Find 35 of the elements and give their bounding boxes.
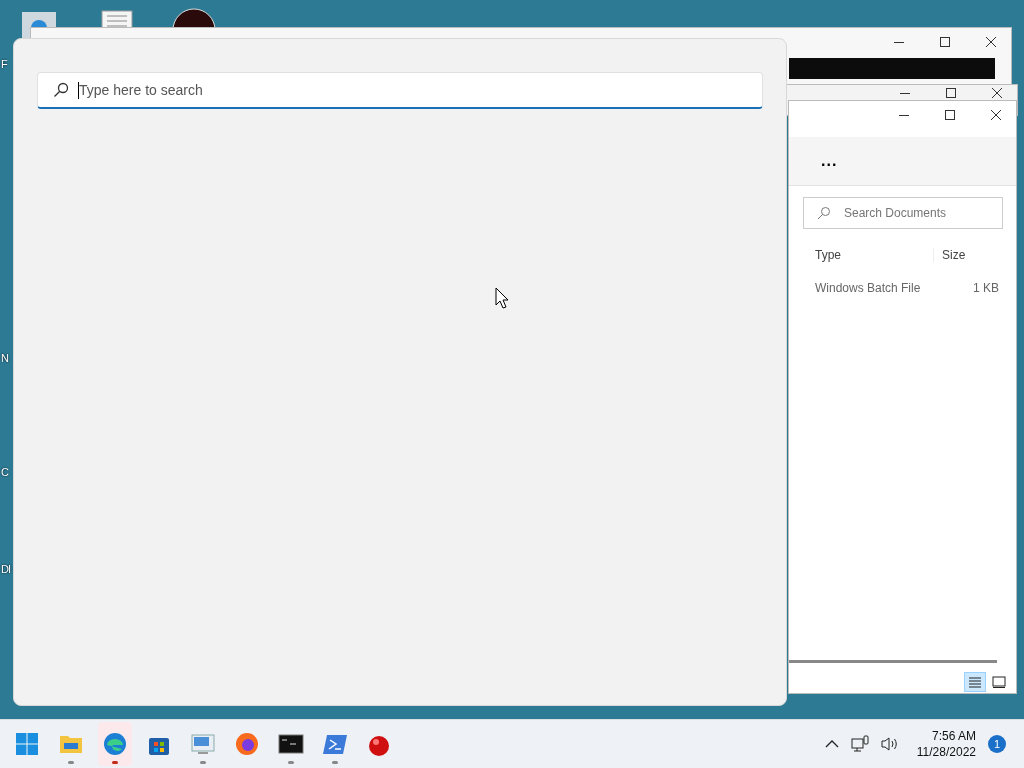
- window-icon: [992, 676, 1006, 688]
- table-cell-text: 1 KB: [972, 281, 999, 295]
- volume-icon[interactable]: [880, 736, 899, 752]
- table-cell-text: Windows Batch File: [814, 281, 922, 295]
- maximize-icon[interactable]: [939, 36, 951, 48]
- text-cursor: [78, 82, 79, 99]
- column-header[interactable]: Type: [807, 248, 934, 262]
- desktop-icon-label: DI: [1, 563, 10, 575]
- network-icon[interactable]: [850, 735, 869, 753]
- notification-badge[interactable]: 1: [988, 735, 1006, 753]
- close-icon[interactable]: [985, 36, 997, 48]
- close-icon[interactable]: [991, 87, 1003, 99]
- globe-icon: [234, 731, 260, 757]
- terminal-icon: [278, 731, 304, 757]
- monitor-icon: [190, 731, 216, 757]
- desktop-icon-label: F: [1, 58, 7, 70]
- desktop-icon-label: C: [1, 466, 8, 478]
- list-icon: [968, 676, 982, 688]
- scrollbar[interactable]: [789, 660, 997, 663]
- clock-date[interactable]: 11/28/2022: [916, 744, 976, 760]
- more-button[interactable]: ...: [817, 152, 842, 170]
- search-field[interactable]: Search Documents: [803, 197, 1003, 229]
- four-squares-icon: [14, 731, 40, 757]
- clock-time[interactable]: 7:56 AM: [931, 728, 976, 744]
- edge-taskbar-button[interactable]: [98, 722, 132, 766]
- document-icon[interactable]: [100, 10, 134, 27]
- swirl-icon: [102, 731, 128, 757]
- close-icon[interactable]: [990, 109, 1002, 121]
- mouse-pointer-icon: [495, 287, 509, 309]
- search-field[interactable]: Type here to search: [37, 72, 763, 109]
- maximize-icon[interactable]: [944, 109, 956, 121]
- chevron-up-icon[interactable]: [824, 739, 839, 749]
- desktop-icon-label: N: [1, 352, 8, 364]
- maximize-icon[interactable]: [945, 87, 957, 99]
- column-header[interactable]: Size: [934, 248, 1012, 262]
